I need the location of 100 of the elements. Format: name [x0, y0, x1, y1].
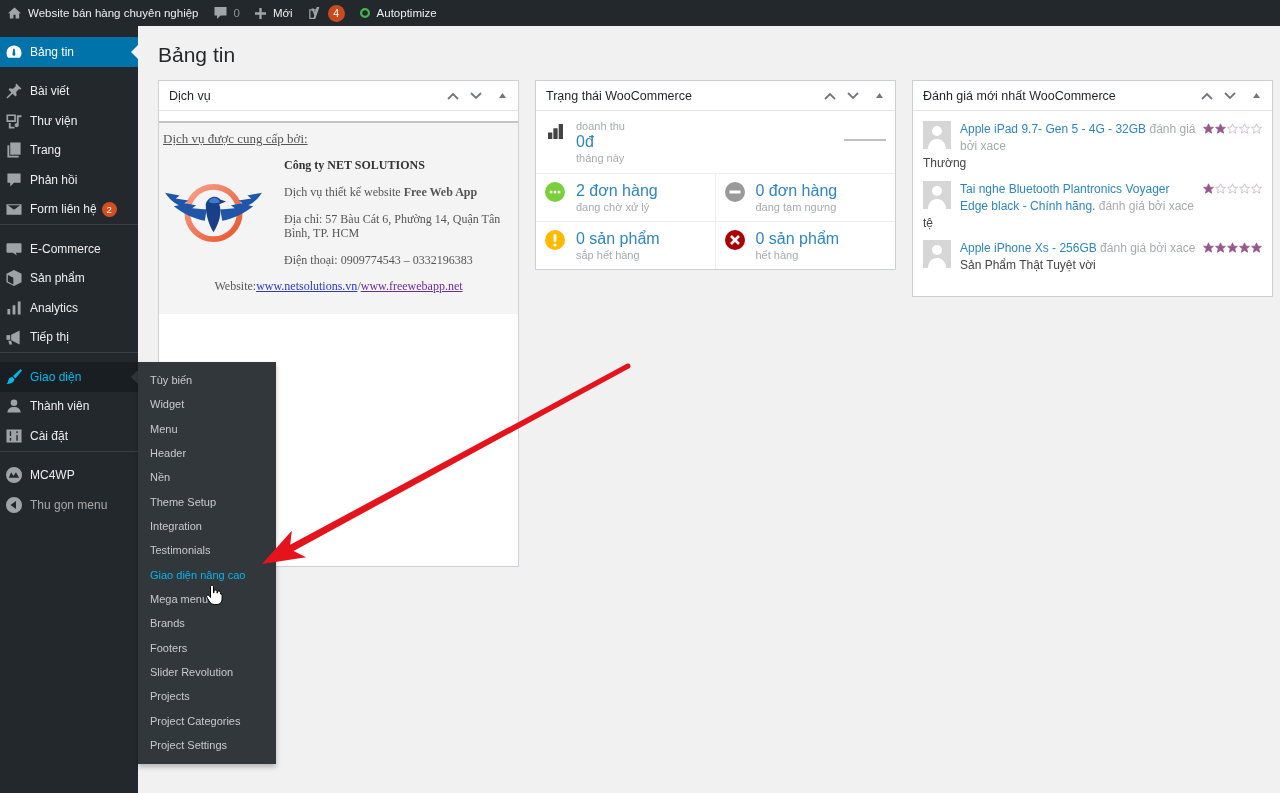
review-comment: Sản Phẩm Thật Tuyệt vời: [960, 258, 1096, 272]
sidebar-item[interactable]: Cài đặt: [0, 421, 138, 451]
chevron-down-icon[interactable]: [1224, 91, 1236, 100]
sidebar-item[interactable]: Form liên hệ 2: [0, 194, 138, 224]
site-title-link[interactable]: Website bán hàng chuyên nghiệp: [8, 0, 199, 26]
speech-bubble-icon: [6, 171, 22, 188]
submenu-item[interactable]: Project Categories: [138, 708, 276, 733]
sales-amount-link[interactable]: 0đ: [576, 133, 594, 151]
star-icon: [1203, 123, 1214, 134]
sidebar-item[interactable]: Tiếp thị: [0, 322, 138, 352]
gauge-icon: [6, 43, 22, 60]
sidebar-item[interactable]: Bảng tin: [0, 37, 138, 67]
submenu-item[interactable]: Nền: [138, 465, 276, 490]
review-heading: Apple iPad 9.7- Gen 5 - 4G - 32GB đánh giá bởi xace: [960, 121, 1197, 155]
sidebar-item[interactable]: Thành viên: [0, 391, 138, 421]
status-caption: hết hàng: [755, 248, 799, 262]
submenu-item[interactable]: Project Settings: [138, 732, 276, 758]
submenu-item[interactable]: Integration: [138, 513, 276, 539]
sidebar-item[interactable]: Sản phẩm: [0, 263, 138, 293]
star-outline-icon: [1215, 182, 1226, 194]
submenu-item[interactable]: Header: [138, 441, 276, 466]
sidebar-item[interactable]: MC4WP: [0, 460, 138, 490]
widget-title: Dịch vụ: [169, 88, 211, 103]
comment-icon: [213, 7, 227, 19]
chevron-down-icon[interactable]: [470, 91, 482, 100]
star-icon: [1203, 242, 1214, 253]
submenu-item[interactable]: Footers: [138, 635, 276, 660]
cross-circle-icon: [724, 230, 745, 250]
hand-cursor-icon: [206, 584, 223, 606]
sidebar-item[interactable]: Thư viện: [0, 106, 138, 136]
pushpin-icon: [6, 83, 22, 100]
service-info-line: Địa chỉ: 57 Bàu Cát 6, Phường 14, Quận Tân Bình, TP. HCM: [284, 212, 502, 240]
status-ring-icon: [359, 8, 370, 18]
eagle-logo-icon: [165, 182, 262, 243]
star-icon: [1227, 242, 1238, 253]
sidebar-item[interactable]: Bài viết: [0, 76, 138, 106]
status-count-link[interactable]: 0 đơn hàng: [755, 182, 838, 200]
chevron-up-icon[interactable]: [824, 91, 836, 100]
comments-link[interactable]: 0: [213, 0, 240, 26]
seo-menu[interactable]: 4: [307, 0, 345, 26]
review-heading: Apple iPhone Xs - 256GB đánh giá bởi xace: [960, 240, 1197, 257]
submenu-item[interactable]: Tùy biến: [138, 368, 276, 393]
submenu-item[interactable]: Projects: [138, 684, 276, 709]
triangle-icon[interactable]: [1253, 93, 1260, 98]
chevron-down-icon[interactable]: [847, 91, 859, 100]
star-icon: [1251, 242, 1262, 253]
submenu-item[interactable]: Testimonials: [138, 538, 276, 563]
submenu-item[interactable]: Theme Setup: [138, 489, 276, 514]
submenu-item[interactable]: Menu: [138, 416, 276, 441]
star-outline-icon: [1239, 182, 1250, 194]
company-name: Công ty NET SOLUTIONS: [284, 158, 425, 172]
page-title: Bảng tin: [158, 42, 236, 68]
collapse-menu-button[interactable]: Thu gọn menu: [0, 490, 138, 520]
star-outline-icon: [1251, 123, 1262, 134]
review-comment: Thường: [923, 156, 967, 170]
review-comment: tệ: [923, 215, 933, 230]
brush-icon: [6, 368, 22, 385]
submenu-item[interactable]: Slider Revolution: [138, 659, 276, 685]
avatar-icon: [923, 121, 951, 149]
status-count-link[interactable]: 0 sản phẩm: [755, 230, 840, 248]
avatar-icon: [923, 180, 951, 209]
media-icon: [6, 112, 22, 129]
cube-icon: [6, 270, 22, 287]
service-info-line: Điện thoại: 0909774543 – 0332196383: [284, 253, 473, 267]
minus-circle-icon: [724, 182, 745, 202]
status-caption: đang tạm ngưng: [755, 200, 837, 214]
autoptimize-link[interactable]: Autoptimize: [359, 0, 437, 26]
triangle-icon[interactable]: [499, 93, 506, 98]
submenu-item[interactable]: Brands: [138, 611, 276, 636]
bar-chart-icon: [548, 124, 563, 139]
review-heading: Tai nghe Bluetooth Plantronics Voyager Edge black - Chính hãng. đánh giá bởi xace: [960, 180, 1196, 215]
envelope-icon: [6, 201, 22, 218]
website-link[interactable]: www.freewebapp.net: [360, 279, 463, 293]
user-icon: [6, 398, 22, 415]
notification-count: 4: [327, 4, 345, 22]
triangle-icon[interactable]: [876, 93, 883, 98]
submenu-item[interactable]: Giao diện nâng cao: [138, 562, 276, 587]
sales-period: tháng này: [576, 151, 625, 165]
chevron-up-icon[interactable]: [447, 91, 459, 100]
bar-chart-icon: [6, 299, 22, 316]
sidebar-item[interactable]: Phản hồi: [0, 165, 138, 195]
status-count-link[interactable]: 0 sản phẩm: [576, 230, 660, 248]
sidebar-item[interactable]: Giao diện: [0, 362, 138, 392]
exclamation-circle-icon: [545, 230, 565, 250]
star-outline-icon: [1251, 182, 1262, 194]
website-link[interactable]: www.netsolutions.vn: [256, 279, 358, 293]
chevron-up-icon[interactable]: [1201, 91, 1213, 100]
sidebar-item[interactable]: Trang: [0, 135, 138, 165]
sidebar-item[interactable]: E-Commerce: [0, 234, 138, 264]
star-icon: [1239, 242, 1250, 253]
round-logo-icon: [6, 467, 22, 484]
status-caption: sắp hết hàng: [576, 248, 640, 262]
new-content-link[interactable]: Mới: [254, 0, 293, 26]
rounded-bubble-icon: [6, 240, 22, 257]
widget-title: Đánh giá mới nhất WooCommerce: [923, 88, 1116, 103]
sidebar-item[interactable]: Analytics: [0, 293, 138, 323]
submenu-item[interactable]: Mega menu: [138, 586, 276, 612]
submenu-item[interactable]: Widget: [138, 392, 276, 417]
sales-label: doanh thu: [576, 119, 625, 133]
status-count-link[interactable]: 2 đơn hàng: [576, 182, 658, 200]
